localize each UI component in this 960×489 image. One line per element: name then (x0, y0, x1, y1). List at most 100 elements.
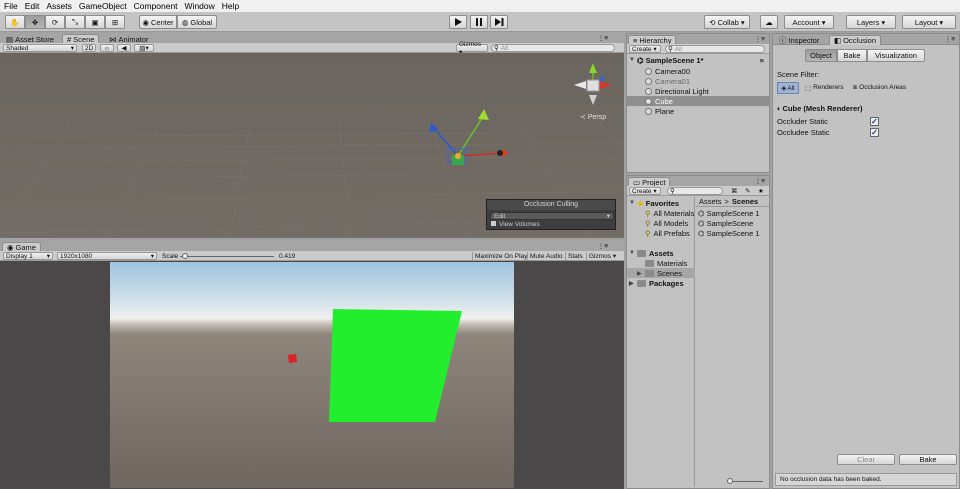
expand-arrow-icon[interactable]: ▶ (637, 270, 645, 277)
layers-dropdown[interactable]: Layers ▾ (846, 15, 896, 29)
view-volumes-toggle[interactable]: View Volumes (491, 221, 540, 228)
more-icon[interactable]: ≡ (760, 56, 764, 65)
rotate-tool-button[interactable]: ⟳ (45, 15, 65, 29)
project-search-input[interactable]: ⚲ (667, 187, 723, 195)
occluder-static-checkbox[interactable]: ✓ (870, 117, 879, 126)
unity-scene-icon: ⌬ (637, 55, 644, 65)
audio-toggle[interactable]: ◀ (117, 44, 131, 52)
packages-row[interactable]: ▶ Packages (629, 278, 684, 288)
mute-audio-toggle[interactable]: Mute Audio (527, 252, 565, 260)
pause-button[interactable] (470, 15, 488, 29)
menu-file[interactable]: File (4, 1, 18, 11)
favorite-star-icon[interactable]: ★ (756, 187, 766, 195)
hand-tool-button[interactable]: ✋ (5, 15, 25, 29)
project-file-item[interactable]: ⌬ SampleScene (698, 218, 753, 228)
display-dropdown[interactable]: Display 1 ▾ (3, 252, 53, 260)
occludee-static-checkbox[interactable]: ✓ (870, 128, 879, 137)
scene-search-input[interactable]: ⚲ All (491, 44, 615, 52)
hierarchy-search-input[interactable]: ⚲ All (665, 45, 765, 53)
account-dropdown[interactable]: Account ▾ (784, 15, 834, 29)
assets-row[interactable]: ▼ Assets (629, 248, 674, 258)
scale-label: Scale (162, 252, 179, 260)
folder-materials-row[interactable]: Materials (637, 258, 687, 268)
2d-toggle[interactable]: 2D (82, 44, 96, 52)
breadcrumb-assets[interactable]: Assets (699, 197, 722, 206)
scale-slider-track[interactable] (180, 256, 274, 257)
shading-mode-dropdown[interactable]: Shaded ▾ (3, 44, 77, 52)
hierarchy-create-dropdown[interactable]: Create ▾ (629, 45, 661, 53)
panel-menu-icon[interactable]: ⋮≡ (596, 242, 610, 250)
expand-arrow-icon[interactable]: ▼ (629, 250, 637, 256)
menu-window[interactable]: Window (185, 1, 215, 11)
hierarchy-item[interactable]: Camera00 (627, 66, 769, 76)
favorites-row[interactable]: ▼ ★ Favorites (629, 198, 679, 208)
step-button[interactable] (490, 15, 508, 29)
favorite-item[interactable]: ⚲ All Prefabs (645, 228, 690, 238)
stats-toggle[interactable]: Stats (565, 252, 585, 260)
tab-inspector[interactable]: ⓘ Inspector (775, 35, 823, 45)
account-label: Account ▾ (792, 17, 826, 27)
collab-button[interactable]: ⟲ Collab ▾ (704, 15, 750, 29)
filter-all-button[interactable]: ◈ All (777, 82, 799, 94)
transform-tool-button[interactable]: ⊞ (105, 15, 125, 29)
menu-component[interactable]: Component (134, 1, 178, 11)
project-file-item[interactable]: ⌬ SampleScene 1 (698, 208, 760, 218)
expand-arrow-icon[interactable]: ▼ (629, 200, 637, 206)
menu-help[interactable]: Help (222, 1, 239, 11)
project-file-item[interactable]: ⌬ SampleScene 1 (698, 228, 760, 238)
menu-edit[interactable]: Edit (25, 1, 40, 11)
hierarchy-item[interactable]: Plane (627, 106, 769, 116)
scene-gizmos-dropdown[interactable]: Gizmos ▾ (456, 41, 488, 56)
game-gizmos-label: Gizmos ▾ (589, 253, 617, 260)
scene-root-row[interactable]: ▼ ⌬ SampleScene 1* ≡ (629, 55, 767, 65)
game-gizmos-dropdown[interactable]: Gizmos ▾ (586, 252, 618, 260)
expand-arrow-icon[interactable]: ▼ (629, 57, 637, 63)
rect-tool-button[interactable]: ▣ (85, 15, 105, 29)
breadcrumb-scenes[interactable]: Scenes (732, 197, 758, 206)
perspective-label[interactable]: ≺ Persp (580, 113, 606, 121)
panel-menu-icon[interactable]: ⋮≡ (596, 34, 610, 42)
pivot-global-button[interactable]: ◍ Global (177, 15, 217, 29)
view-volumes-checkbox[interactable] (491, 221, 496, 226)
sub-tab-object[interactable]: Object (805, 49, 837, 62)
project-create-dropdown[interactable]: Create ▾ (629, 187, 661, 195)
move-tool-button[interactable]: ✥ (25, 15, 45, 29)
panel-menu-icon[interactable]: ⋮≡ (753, 35, 767, 43)
icon-size-slider-thumb[interactable] (727, 478, 733, 484)
menu-assets[interactable]: Assets (46, 1, 72, 11)
play-button[interactable] (449, 15, 467, 29)
maximize-on-play-toggle[interactable]: Maximize On Play (472, 252, 529, 260)
resolution-dropdown[interactable]: 1920x1080 ▾ (57, 252, 157, 260)
tab-occlusion[interactable]: ◧ Occlusion (829, 35, 882, 45)
hierarchy-item[interactable]: Directional Light (627, 86, 769, 96)
filter-label-icon[interactable]: ✎ (743, 187, 752, 195)
scale-slider-thumb[interactable] (181, 253, 188, 259)
filter-type-icon[interactable]: ⌘ (729, 187, 740, 195)
expand-arrow-icon[interactable]: ▶ (629, 280, 637, 287)
panel-menu-icon[interactable]: ⋮≡ (943, 35, 957, 43)
bake-button[interactable]: Bake (899, 454, 957, 465)
hierarchy-item[interactable]: Cube (627, 96, 769, 106)
filter-occlusion-areas-button[interactable]: ⧈ Occlusion Areas (853, 84, 906, 92)
hierarchy-item[interactable]: Camera01 (627, 76, 769, 86)
favorite-item[interactable]: ⚲ All Models (645, 218, 688, 228)
sub-tab-bake[interactable]: Bake (837, 49, 867, 62)
scale-tool-button[interactable]: ⤡ (65, 15, 85, 29)
clear-button[interactable]: Clear (837, 454, 895, 465)
panel-menu-icon[interactable]: ⋮≡ (753, 177, 767, 185)
layout-dropdown[interactable]: Layout ▾ (902, 15, 956, 29)
lighting-toggle[interactable]: ☼ (100, 44, 114, 52)
menu-gameobject[interactable]: GameObject (79, 1, 127, 11)
view-volumes-label: View Volumes (499, 221, 540, 228)
folder-scenes-row[interactable]: ▶ Scenes (627, 268, 695, 278)
cloud-button[interactable]: ☁ (760, 15, 778, 29)
filter-renderers-button[interactable]: ⬚ Renderers (805, 84, 844, 92)
effects-dropdown[interactable]: ▨▾ (134, 44, 154, 52)
sub-tab-visualization[interactable]: Visualization (867, 49, 925, 62)
speaker-icon: ◀ (121, 45, 127, 52)
occlusion-mode-dropdown[interactable]: Edit ▾ (490, 212, 614, 220)
pivot-center-button[interactable]: ◉ Center (139, 15, 177, 29)
game-viewport[interactable] (0, 261, 624, 489)
favorite-item[interactable]: ⚲ All Materials (645, 208, 694, 218)
scene-viewport[interactable]: ≺ Persp Occlusion Culling Edit ▾ View Vol… (0, 53, 624, 238)
